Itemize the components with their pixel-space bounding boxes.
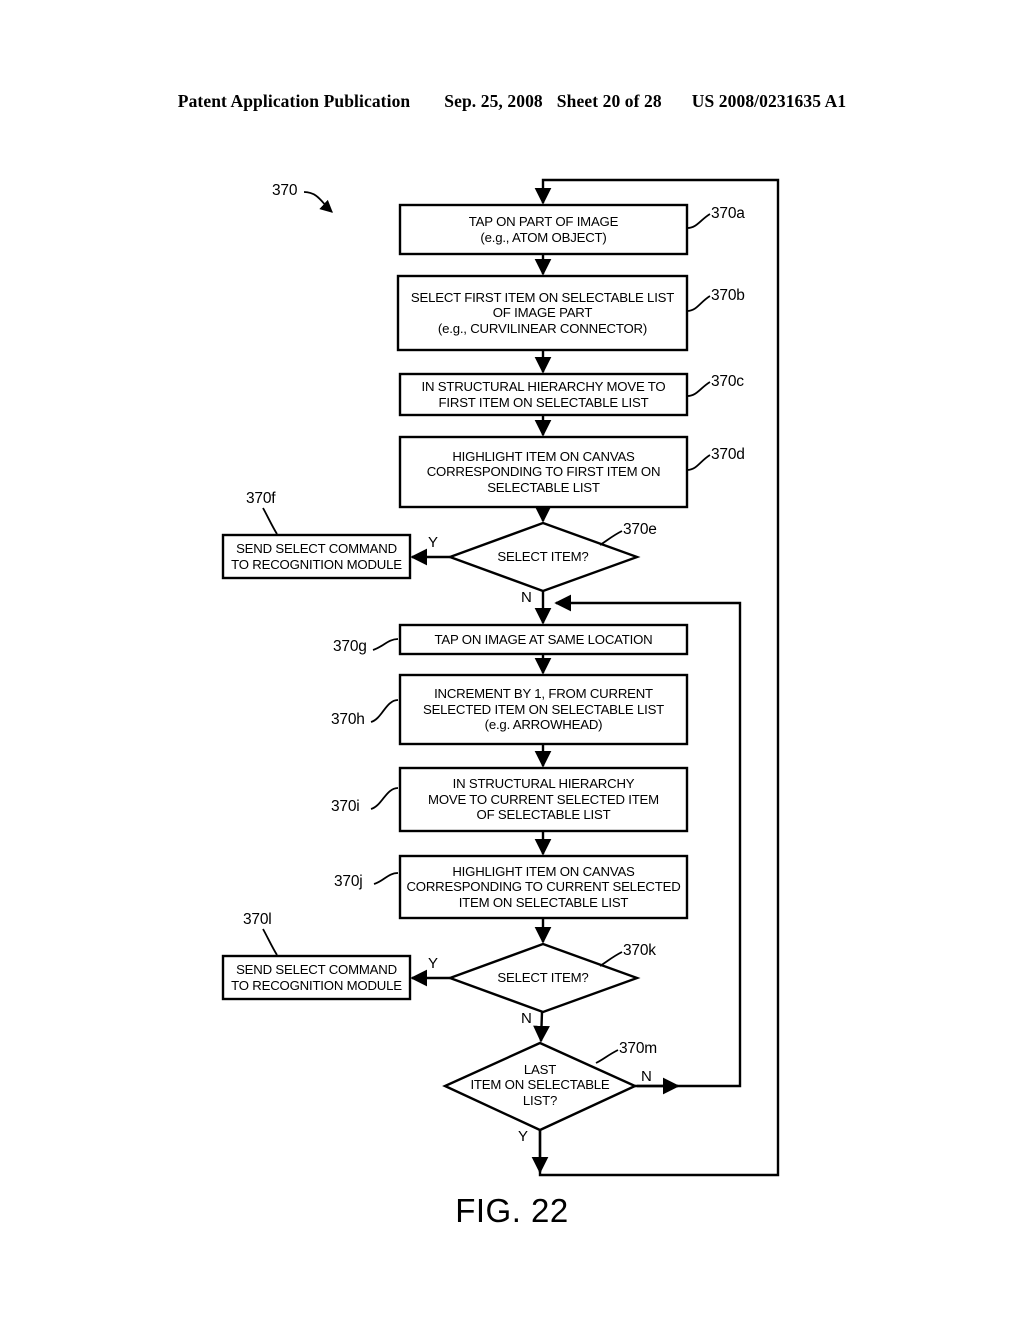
- branch-label-370m-no: N: [641, 1068, 652, 1085]
- ref-label-370m: 370m: [619, 1040, 657, 1057]
- leader-370e: [599, 530, 623, 546]
- ref-label-370l: 370l: [243, 911, 272, 928]
- box-370c: [398, 372, 689, 417]
- flowchart-figure: TAP ON PART OF IMAGE (e.g., ATOM OBJECT)…: [0, 0, 1024, 1320]
- leader-370d: [686, 454, 711, 471]
- branch-label-370e-yes: Y: [428, 534, 439, 551]
- box-370b: [396, 274, 689, 352]
- leader-370l: [262, 928, 278, 956]
- leader-370h: [370, 699, 399, 723]
- box-370f: [221, 533, 412, 580]
- leader-370i: [370, 787, 399, 810]
- leader-370f: [262, 507, 278, 535]
- box-370d: [398, 435, 689, 509]
- leader-370k: [599, 951, 623, 967]
- ref-label-370e: 370e: [623, 521, 657, 538]
- ref-label-370d: 370d: [711, 446, 745, 463]
- leader-370a: [686, 213, 711, 229]
- diamond-370k: [446, 942, 641, 1014]
- leader-370g: [372, 638, 399, 651]
- ref-label-370j: 370j: [334, 873, 363, 890]
- box-370g: [398, 623, 689, 656]
- ref-label-370h: 370h: [331, 711, 365, 728]
- leader-370m: [595, 1049, 619, 1064]
- figure-caption: FIG. 22: [455, 1192, 569, 1229]
- ref-label-370b: 370b: [711, 287, 745, 304]
- box-370j: [398, 854, 689, 920]
- branch-label-370k-yes: Y: [428, 955, 439, 972]
- box-370h: [398, 673, 689, 746]
- ref-label-370c: 370c: [711, 373, 744, 390]
- ref-label-370g: 370g: [333, 638, 367, 655]
- leader-370-main: [303, 191, 333, 213]
- ref-label-370a: 370a: [711, 205, 745, 222]
- ref-label-370: 370: [272, 182, 298, 199]
- leader-370c: [686, 381, 711, 397]
- branch-label-370m-yes: Y: [518, 1128, 529, 1145]
- box-370i: [398, 766, 689, 833]
- branch-label-370k-no: N: [521, 1010, 532, 1027]
- leader-370j: [373, 872, 399, 885]
- ref-label-370k: 370k: [623, 942, 656, 959]
- box-370l: [221, 954, 412, 1001]
- diamond-370e: [446, 521, 641, 593]
- ref-label-370f: 370f: [246, 490, 276, 507]
- box-370a: [398, 203, 689, 256]
- ref-label-370i: 370i: [331, 798, 360, 815]
- branch-label-370e-no: N: [521, 589, 532, 606]
- flowchart-svg: [221, 178, 780, 1177]
- leader-370b: [686, 295, 711, 312]
- conn-370k-370m: [533, 1011, 550, 1043]
